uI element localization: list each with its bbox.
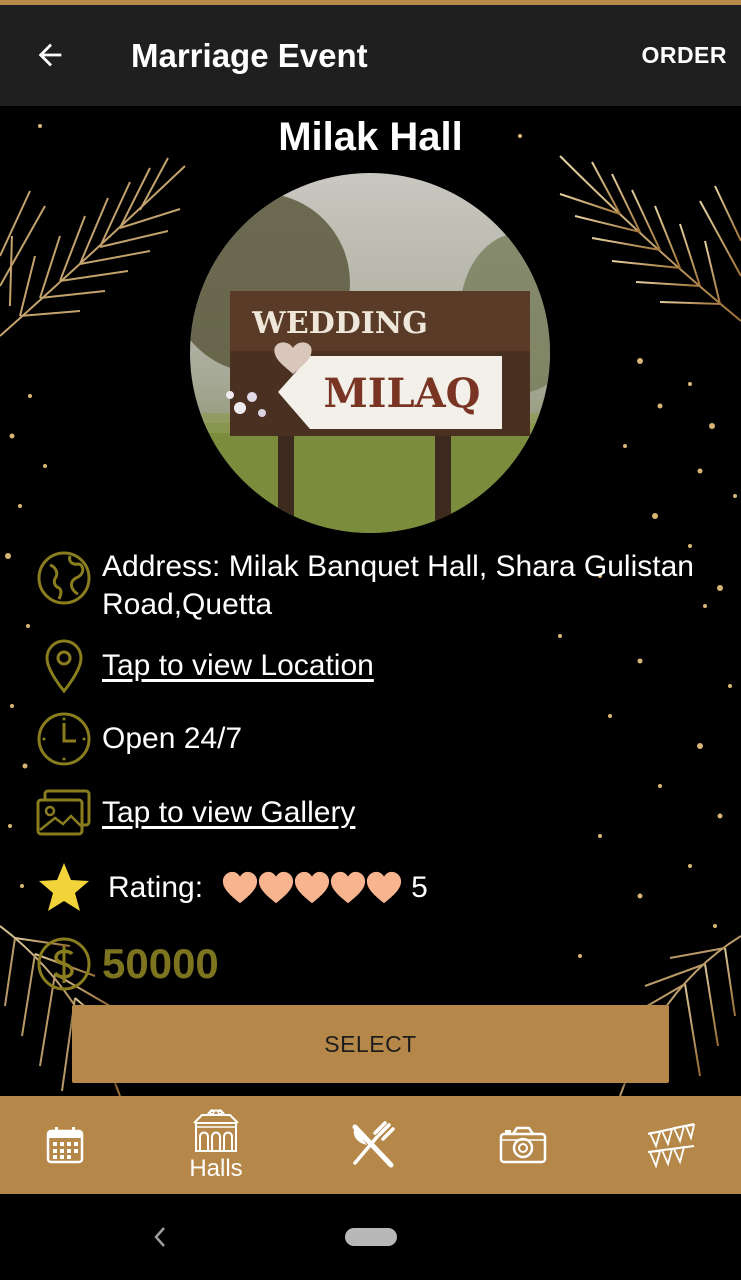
hall-building-icon (193, 1109, 239, 1152)
nav-label-halls: Halls (189, 1155, 243, 1182)
hall-photo[interactable]: WEDDING MILAQ (190, 173, 550, 533)
sign-top-text: WEDDING (251, 306, 428, 341)
heart-icon (222, 871, 258, 904)
gallery-icon (34, 783, 94, 843)
nav-item-decoration[interactable] (643, 1096, 699, 1194)
bunting-icon (647, 1123, 696, 1168)
gallery-row[interactable]: Tap to view Gallery (34, 783, 355, 843)
rating-row: Rating: 5 (34, 858, 428, 918)
hall-name: Milak Hall (278, 115, 463, 159)
calendar-icon (46, 1127, 84, 1164)
fork-knife-icon (352, 1121, 395, 1168)
arrow-left-icon (38, 43, 62, 67)
globe-icon (34, 548, 94, 608)
system-back-button[interactable] (148, 1220, 172, 1254)
hall-detail: Milak Hall WEDDING MILAQ Address: Milak … (0, 106, 741, 1096)
dollar-icon (34, 934, 94, 994)
rating-hearts (221, 858, 402, 918)
price-text: 50000 (102, 940, 219, 987)
location-row[interactable]: Tap to view Location (34, 636, 374, 696)
chevron-left-icon (154, 1227, 165, 1247)
app-bar: Marriage Event ORDER (0, 5, 741, 106)
gallery-link[interactable]: Tap to view Gallery (102, 783, 355, 843)
price-row: 50000 (34, 934, 219, 994)
sign-arrow-text: MILAQ (324, 370, 481, 417)
page-title: Marriage Event (131, 37, 368, 74)
system-home-pill[interactable] (345, 1228, 397, 1246)
map-pin-icon (34, 636, 94, 696)
heart-icon (366, 871, 402, 904)
select-button[interactable]: SELECT (72, 1005, 669, 1083)
nav-item-catering[interactable] (345, 1096, 401, 1194)
rating-value: 5 (411, 871, 428, 904)
camera-icon (499, 1126, 547, 1164)
back-button[interactable] (30, 35, 70, 75)
wedding-sign-image: WEDDING MILAQ (190, 173, 550, 533)
order-button[interactable]: ORDER (641, 39, 727, 71)
bottom-nav: Halls (0, 1096, 741, 1194)
nav-item-photography[interactable] (495, 1096, 551, 1194)
location-link[interactable]: Tap to view Location (102, 636, 374, 696)
system-nav-bar (0, 1194, 741, 1280)
star-icon (34, 858, 94, 918)
address-text: Address: Milak Banquet Hall, Shara Gulis… (102, 550, 694, 621)
heart-icon (258, 871, 294, 904)
hours-row: Open 24/7 (34, 709, 242, 769)
hours-text: Open 24/7 (102, 722, 243, 755)
nav-item-halls[interactable]: Halls (176, 1096, 256, 1194)
nav-item-calendar[interactable] (35, 1096, 95, 1194)
clock-icon (34, 709, 94, 769)
address-row: Address: Milak Banquet Hall, Shara Gulis… (34, 548, 734, 624)
heart-icon (330, 871, 366, 904)
rating-label: Rating: (108, 871, 204, 904)
heart-icon (294, 871, 330, 904)
